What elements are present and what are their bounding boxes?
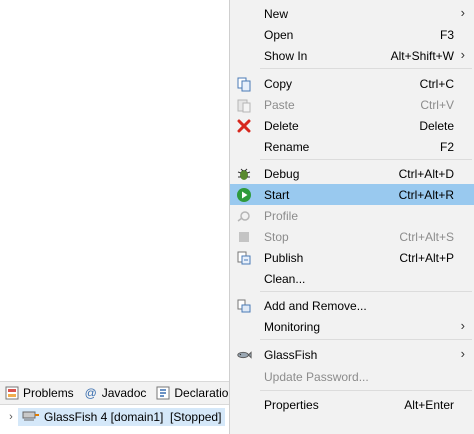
submenu-arrow-icon: ›: [460, 346, 465, 361]
menu-item-start-label: Start: [264, 188, 290, 202]
menu-item-clean[interactable]: Clean...: [230, 268, 474, 289]
menu-separator: [260, 339, 472, 340]
menu-item-add-remove-label: Add and Remove...: [264, 299, 367, 313]
menu-item-delete-accel: Delete: [419, 119, 454, 133]
menu-item-publish-label: Publish: [264, 251, 304, 265]
menu-separator: [260, 390, 472, 391]
context-menu: New › Open F3 Show In Alt+Shift+W › Copy…: [229, 0, 474, 434]
tab-javadoc[interactable]: @ Javadoc: [81, 383, 150, 403]
menu-item-debug-accel: Ctrl+Alt+D: [398, 167, 454, 181]
menu-item-show-in[interactable]: Show In Alt+Shift+W ›: [230, 45, 474, 66]
menu-item-copy-label: Copy: [264, 77, 293, 91]
menu-item-delete[interactable]: Delete Delete: [230, 115, 474, 136]
menu-item-rename-accel: F2: [439, 140, 454, 154]
menu-item-update-password[interactable]: Update Password...: [230, 366, 474, 387]
menu-item-monitoring[interactable]: Monitoring ›: [230, 316, 474, 337]
expand-chevron-icon[interactable]: ›: [4, 411, 18, 423]
menu-item-show-in-accel: Alt+Shift+W: [390, 49, 454, 63]
menu-item-glassfish-label: GlassFish: [264, 348, 318, 362]
menu-item-clean-label: Clean...: [264, 272, 306, 286]
menu-item-paste[interactable]: Paste Ctrl+V: [230, 94, 474, 115]
server-tree-item[interactable]: GlassFish 4 [domain1] [Stopped]: [18, 408, 226, 426]
at-icon: @: [84, 386, 97, 400]
menu-item-update-password-label: Update Password...: [264, 370, 369, 384]
tab-problems[interactable]: Problems: [2, 383, 77, 403]
menu-item-open-label: Open: [264, 28, 294, 42]
menu-item-paste-label: Paste: [264, 98, 295, 112]
menu-item-rename[interactable]: Rename F2: [230, 136, 474, 157]
paste-icon: [236, 97, 252, 113]
menu-item-copy[interactable]: Copy Ctrl+C: [230, 73, 474, 94]
menu-item-debug[interactable]: Debug Ctrl+Alt+D: [230, 163, 474, 184]
menu-item-stop-label: Stop: [264, 230, 289, 244]
profile-icon: [236, 208, 252, 224]
publish-icon: [236, 250, 252, 266]
menu-item-open[interactable]: Open F3: [230, 24, 474, 45]
menu-item-properties-accel: Alt+Enter: [404, 398, 454, 412]
server-icon: [22, 410, 40, 425]
menu-item-new-label: New: [264, 7, 289, 21]
menu-item-stop-accel: Ctrl+Alt+S: [399, 230, 454, 244]
menu-item-show-in-label: Show In: [264, 49, 308, 63]
submenu-arrow-icon: ›: [460, 47, 465, 62]
submenu-arrow-icon: ›: [460, 318, 465, 333]
tab-problems-label: Problems: [23, 386, 74, 400]
menu-item-stop[interactable]: Stop Ctrl+Alt+S: [230, 226, 474, 247]
menu-item-start-accel: Ctrl+Alt+R: [398, 188, 454, 202]
menu-item-start[interactable]: Start Ctrl+Alt+R: [230, 184, 474, 205]
menu-item-copy-accel: Ctrl+C: [419, 77, 454, 91]
menu-item-new[interactable]: New ›: [230, 3, 474, 24]
copy-icon: [236, 76, 252, 92]
submenu-arrow-icon: ›: [460, 5, 465, 20]
delete-icon: [236, 118, 252, 134]
views-tab-bar: Problems @ Javadoc Declaration: [0, 381, 235, 405]
tab-javadoc-label: Javadoc: [101, 386, 147, 400]
tab-declaration-label: Declaration: [174, 386, 236, 400]
menu-item-monitoring-label: Monitoring: [264, 320, 321, 334]
menu-item-properties[interactable]: Properties Alt+Enter: [230, 394, 474, 415]
declaration-icon: [156, 386, 170, 400]
menu-separator: [260, 68, 472, 69]
menu-separator: [260, 291, 472, 292]
menu-item-glassfish[interactable]: GlassFish ›: [230, 344, 474, 365]
menu-item-rename-label: Rename: [264, 140, 310, 154]
add-remove-icon: [236, 298, 252, 314]
debug-bug-icon: [236, 166, 252, 182]
menu-item-debug-label: Debug: [264, 167, 300, 181]
play-icon: [236, 187, 252, 203]
menu-item-paste-accel: Ctrl+V: [420, 98, 454, 112]
server-label: GlassFish 4 [domain1] [Stopped]: [44, 410, 222, 424]
stop-icon: [236, 229, 252, 245]
menu-item-delete-label: Delete: [264, 119, 299, 133]
problems-icon: [5, 386, 19, 400]
menu-item-profile[interactable]: Profile: [230, 205, 474, 226]
menu-item-publish-accel: Ctrl+Alt+P: [399, 251, 454, 265]
menu-item-open-accel: F3: [439, 28, 454, 42]
tab-declaration[interactable]: Declaration: [153, 383, 238, 403]
menu-item-profile-label: Profile: [264, 209, 299, 223]
menu-item-add-remove[interactable]: Add and Remove...: [230, 295, 474, 316]
glassfish-icon: [236, 347, 252, 363]
menu-item-properties-label: Properties: [264, 398, 319, 412]
menu-item-publish[interactable]: Publish Ctrl+Alt+P: [230, 247, 474, 268]
menu-separator: [260, 159, 472, 160]
servers-tree: › GlassFish 4 [domain1] [Stopped]: [0, 406, 230, 428]
